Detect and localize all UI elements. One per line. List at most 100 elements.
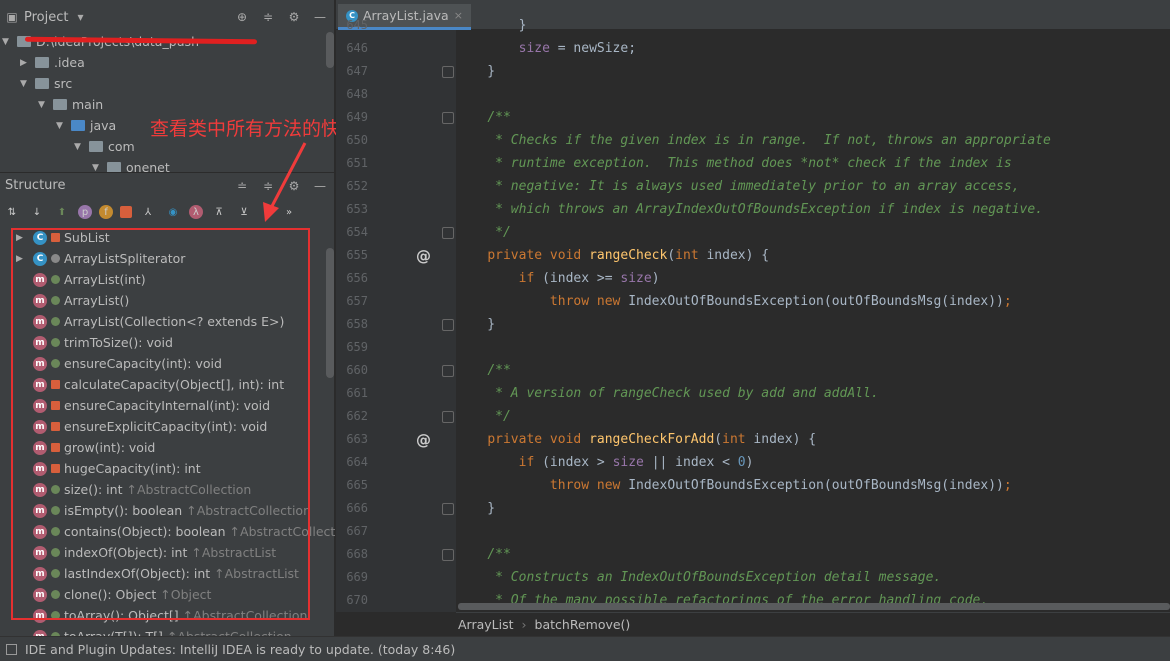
line-number: 669 bbox=[346, 570, 368, 584]
line-number: 665 bbox=[346, 478, 368, 492]
fold-marker-icon[interactable] bbox=[442, 319, 454, 331]
lambdas-icon[interactable]: λ bbox=[189, 205, 203, 219]
collapse-icon[interactable]: ≑ bbox=[261, 10, 275, 24]
status-bar: IDE and Plugin Updates: IntelliJ IDEA is… bbox=[0, 636, 1170, 661]
chevron-down-icon[interactable]: ▾ bbox=[73, 10, 87, 24]
line-number: 666 bbox=[346, 501, 368, 515]
line-number: 650 bbox=[346, 133, 368, 147]
project-scrollbar[interactable] bbox=[326, 32, 334, 68]
target-icon[interactable]: ⊕ bbox=[235, 10, 249, 24]
code-line[interactable]: /** bbox=[456, 110, 1170, 125]
tree-item[interactable]: ▶ .idea bbox=[20, 52, 85, 73]
line-number: 646 bbox=[346, 41, 368, 55]
fold-marker-icon[interactable] bbox=[442, 549, 454, 561]
line-number: 655 bbox=[346, 248, 368, 262]
code-line[interactable]: * A version of rangeCheck used by add an… bbox=[456, 386, 1170, 401]
tree-item[interactable]: ▼ com bbox=[74, 136, 135, 157]
code-line[interactable]: */ bbox=[456, 409, 1170, 424]
code-line[interactable]: } bbox=[456, 501, 1170, 516]
horizontal-scrollbar[interactable] bbox=[458, 603, 1170, 610]
project-icon: ▣ bbox=[6, 10, 18, 24]
line-number: 658 bbox=[346, 317, 368, 331]
tree-item[interactable]: ▼ src bbox=[20, 73, 72, 94]
code-line[interactable]: * negative: It is always used immediatel… bbox=[456, 179, 1170, 194]
code-line[interactable]: /** bbox=[456, 363, 1170, 378]
properties-icon[interactable]: p bbox=[78, 205, 92, 219]
code-line[interactable]: throw new IndexOutOfBoundsException(outO… bbox=[456, 478, 1170, 493]
minimize-icon[interactable]: — bbox=[313, 10, 327, 24]
code-line[interactable]: private void rangeCheckForAdd(int index)… bbox=[456, 432, 1170, 447]
code-line[interactable]: */ bbox=[456, 225, 1170, 240]
gear-icon[interactable]: ⚙ bbox=[287, 10, 301, 24]
line-number: 645 bbox=[346, 18, 368, 32]
folder-icon bbox=[71, 120, 85, 131]
line-number: 663 bbox=[346, 432, 368, 446]
fold-marker-icon[interactable] bbox=[442, 365, 454, 377]
code-line[interactable]: * Constructs an IndexOutOfBoundsExceptio… bbox=[456, 570, 1170, 585]
collapse-icon[interactable]: ⊻ bbox=[235, 203, 253, 221]
chevron-right-icon[interactable]: ▶ bbox=[20, 58, 30, 68]
code-line[interactable]: /** bbox=[456, 547, 1170, 562]
annotation-arrow-icon bbox=[263, 142, 307, 222]
code-line[interactable]: * which throws an ArrayIndexOutOfBoundsE… bbox=[456, 202, 1170, 217]
chevron-down-icon[interactable]: ▼ bbox=[20, 79, 30, 89]
chevron-down-icon[interactable]: ▼ bbox=[92, 163, 102, 173]
chevron-down-icon[interactable]: ▼ bbox=[38, 100, 48, 110]
code-line[interactable]: } bbox=[456, 18, 1170, 33]
fold-marker-icon[interactable] bbox=[442, 411, 454, 423]
fold-marker-icon[interactable] bbox=[442, 66, 454, 78]
fold-marker-icon[interactable] bbox=[442, 503, 454, 515]
line-number: 661 bbox=[346, 386, 368, 400]
folder-icon bbox=[35, 78, 49, 89]
chevron-down-icon[interactable]: ▼ bbox=[74, 142, 84, 152]
tree-item-label: com bbox=[108, 139, 135, 154]
code-line[interactable]: if (index > size || index < 0) bbox=[456, 455, 1170, 470]
expand-icon[interactable]: ⊼ bbox=[210, 203, 228, 221]
breadcrumb-method[interactable]: batchRemove() bbox=[535, 617, 631, 632]
override-marker-icon[interactable]: @ bbox=[416, 431, 431, 449]
sort-visibility-icon[interactable]: ⇅ bbox=[3, 203, 21, 221]
tree-item-label: java bbox=[90, 118, 117, 133]
status-toggle-icon[interactable] bbox=[6, 643, 17, 655]
tree-item-label: src bbox=[54, 76, 73, 91]
line-number: 653 bbox=[346, 202, 368, 216]
chevron-down-icon[interactable]: ▼ bbox=[2, 37, 12, 47]
line-number: 659 bbox=[346, 340, 368, 354]
code-line[interactable]: if (index >= size) bbox=[456, 271, 1170, 286]
highlight-box bbox=[11, 228, 310, 620]
hierarchy-icon[interactable]: ⅄ bbox=[139, 203, 157, 221]
folder-icon bbox=[35, 57, 49, 68]
fields-icon[interactable]: f bbox=[99, 205, 113, 219]
code-line[interactable]: * runtime exception. This method does *n… bbox=[456, 156, 1170, 171]
line-number: 660 bbox=[346, 363, 368, 377]
code-line[interactable]: size = newSize; bbox=[456, 41, 1170, 56]
code-line[interactable]: } bbox=[456, 317, 1170, 332]
minimize-icon[interactable]: — bbox=[313, 179, 327, 193]
line-number: 648 bbox=[346, 87, 368, 101]
override-marker-icon[interactable]: @ bbox=[416, 247, 431, 265]
show-inherited-icon[interactable]: ⬆ bbox=[53, 203, 71, 221]
line-number: 670 bbox=[346, 593, 368, 607]
tree-item[interactable]: ▼ main bbox=[38, 94, 103, 115]
code-line[interactable]: private void rangeCheck(int index) { bbox=[456, 248, 1170, 263]
code-line[interactable]: throw new IndexOutOfBoundsException(outO… bbox=[456, 294, 1170, 309]
line-number: 651 bbox=[346, 156, 368, 170]
code-line[interactable]: } bbox=[456, 64, 1170, 79]
tree-item-label: main bbox=[72, 97, 104, 112]
non-public-icon[interactable] bbox=[120, 206, 132, 218]
breadcrumb-class[interactable]: ArrayList bbox=[458, 617, 514, 632]
sort-alpha-icon[interactable]: ↓ bbox=[28, 203, 46, 221]
structure-scrollbar[interactable] bbox=[326, 248, 334, 378]
expand-all-icon[interactable]: ≐ bbox=[235, 179, 249, 193]
anonymous-classes-icon[interactable]: ◉ bbox=[164, 203, 182, 221]
tree-item-label: .idea bbox=[54, 55, 85, 70]
chevron-down-icon[interactable]: ▼ bbox=[56, 121, 66, 131]
status-message[interactable]: IDE and Plugin Updates: IntelliJ IDEA is… bbox=[25, 642, 455, 657]
tree-item[interactable]: ▼ java bbox=[56, 115, 116, 136]
project-header: ▣ Project ▾ ⊕ ≑ ⚙ — bbox=[0, 4, 335, 30]
project-title[interactable]: ▣ Project ▾ bbox=[0, 10, 87, 25]
fold-marker-icon[interactable] bbox=[442, 112, 454, 124]
code-line[interactable]: * Checks if the given index is in range.… bbox=[456, 133, 1170, 148]
fold-marker-icon[interactable] bbox=[442, 227, 454, 239]
project-title-label: Project bbox=[24, 9, 69, 25]
